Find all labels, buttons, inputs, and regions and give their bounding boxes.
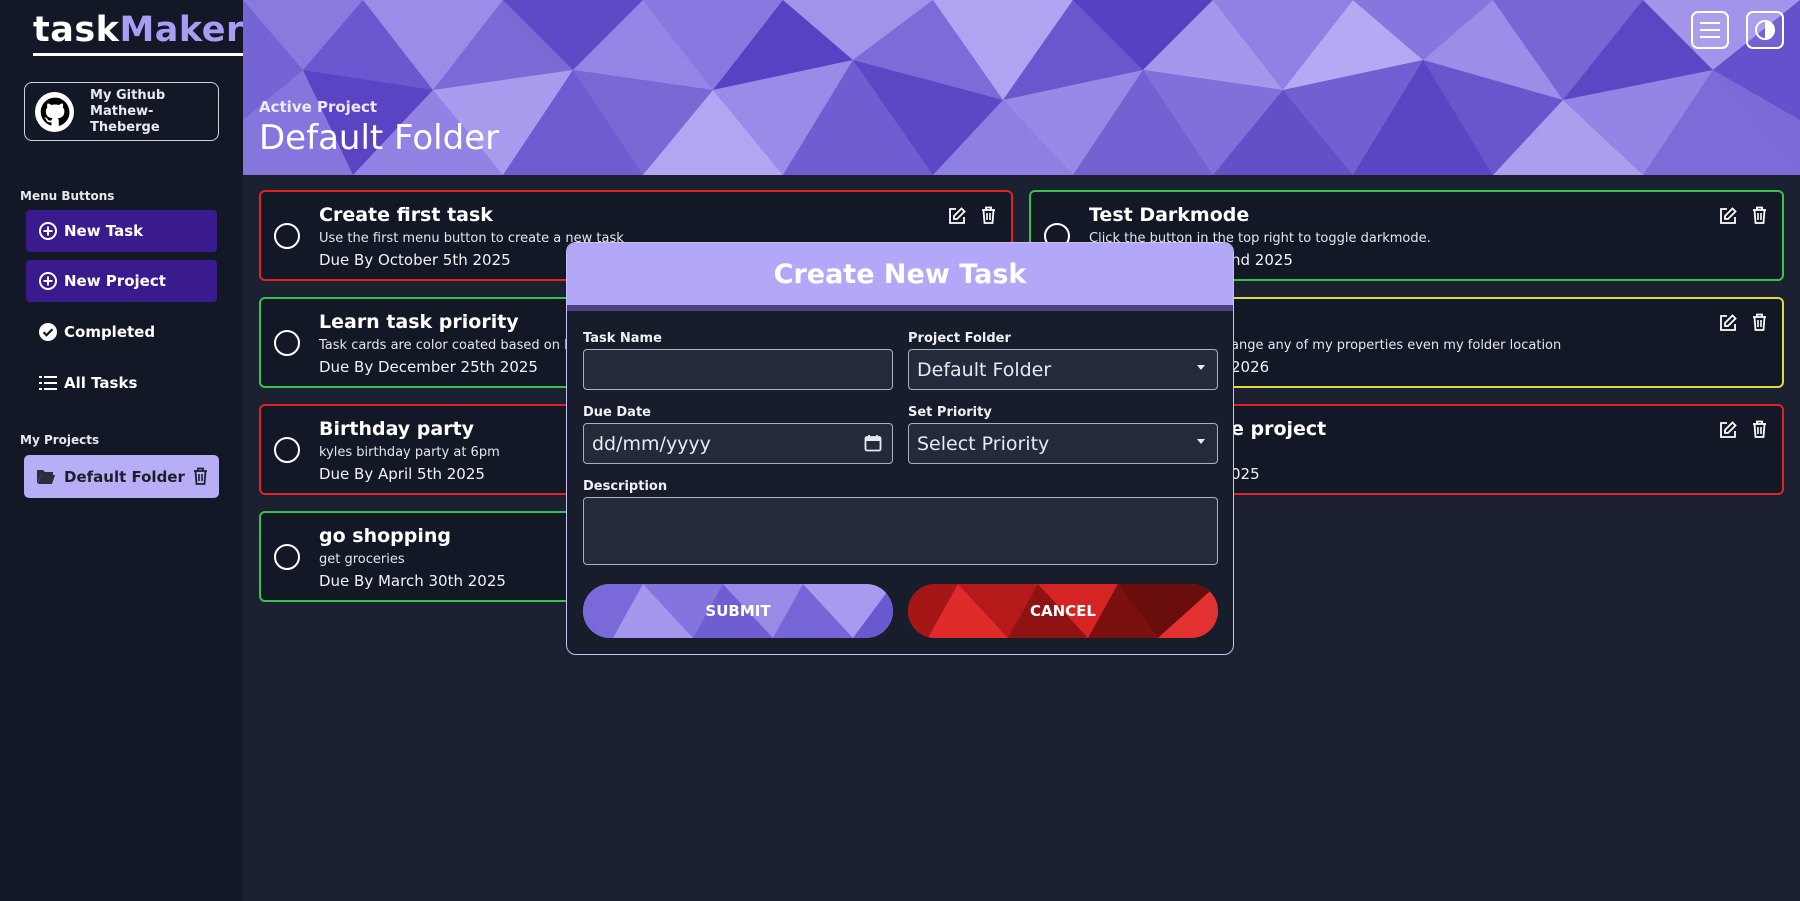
task-due-date: Due By April 5th 2025: [319, 465, 485, 483]
github-username: Mathew-Theberge: [90, 103, 160, 135]
task-description: kyles birthday party at 6pm: [319, 445, 500, 460]
folder-open-icon: [36, 468, 56, 485]
my-projects-label: My Projects: [20, 433, 100, 447]
create-task-modal: Create New Task Task Name Project Folder…: [566, 242, 1234, 655]
priority-value: Select Priority: [917, 432, 1050, 455]
trash-icon[interactable]: [1751, 419, 1768, 443]
project-folder-select[interactable]: Default Folder: [908, 349, 1218, 390]
complete-checkbox[interactable]: [274, 330, 300, 356]
modal-title: Create New Task: [773, 258, 1027, 290]
edit-icon[interactable]: [1718, 420, 1738, 444]
task-due-date: Due By March 30th 2025: [319, 572, 506, 590]
contrast-icon: [1753, 18, 1777, 42]
task-name-input[interactable]: [583, 349, 893, 390]
submit-label: SUBMIT: [705, 602, 771, 620]
new-task-button[interactable]: New Task: [26, 210, 217, 252]
all-tasks-button[interactable]: All Tasks: [26, 362, 217, 404]
task-due-date: Due By October 5th 2025: [319, 251, 511, 269]
task-description: get groceries: [319, 552, 405, 567]
darkmode-toggle-button[interactable]: [1746, 11, 1784, 49]
menu-toggle-button[interactable]: [1691, 11, 1729, 49]
complete-checkbox[interactable]: [274, 544, 300, 570]
trash-icon[interactable]: [192, 466, 209, 490]
logo-text-task: task: [33, 10, 120, 50]
all-tasks-label: All Tasks: [64, 374, 138, 392]
edit-icon[interactable]: [1718, 206, 1738, 230]
set-priority-label: Set Priority: [908, 405, 992, 420]
logo-text-maker: Maker: [119, 10, 244, 50]
description-label: Description: [583, 479, 668, 494]
project-folder-value: Default Folder: [917, 358, 1052, 381]
cancel-button[interactable]: CANCEL: [908, 584, 1218, 638]
task-due-date: Due By December 25th 2025: [319, 358, 538, 376]
app-logo: taskMaker: [33, 10, 244, 56]
complete-checkbox[interactable]: [274, 223, 300, 249]
list-icon: [38, 373, 58, 393]
active-project-label: Active Project: [259, 98, 378, 116]
complete-checkbox[interactable]: [274, 437, 300, 463]
chevron-down-icon: [1197, 365, 1205, 370]
new-task-label: New Task: [64, 222, 144, 240]
check-circle-icon: [38, 322, 58, 342]
active-project-title: Default Folder: [259, 118, 500, 158]
edit-icon[interactable]: [1718, 313, 1738, 337]
menu-buttons-label: Menu Buttons: [20, 189, 115, 203]
project-default-folder[interactable]: Default Folder: [24, 455, 219, 498]
plus-circle-icon: [38, 271, 58, 291]
task-description: Task cards are color coated based on le: [319, 338, 576, 353]
task-title: Create first task: [319, 204, 493, 226]
github-line-1: My Github: [90, 87, 166, 103]
completed-label: Completed: [64, 323, 156, 341]
task-title: go shopping: [319, 525, 451, 547]
project-folder-label: Project Folder: [908, 331, 1011, 346]
task-title: Birthday party: [319, 418, 475, 440]
task-due-date: nd 2025: [1231, 251, 1293, 269]
chevron-down-icon: [1197, 439, 1205, 444]
new-project-label: New Project: [64, 272, 166, 290]
task-due-date: 025: [1231, 465, 1260, 483]
submit-button[interactable]: SUBMIT: [583, 584, 893, 638]
completed-button[interactable]: Completed: [26, 311, 217, 353]
github-link[interactable]: My Github Mathew-Theberge: [24, 82, 219, 141]
github-icon: [35, 91, 75, 132]
due-date-label: Due Date: [583, 405, 651, 420]
project-label: Default Folder: [64, 467, 185, 486]
priority-select[interactable]: Select Priority: [908, 423, 1218, 464]
plus-circle-icon: [38, 221, 58, 241]
github-label: My Github Mathew-Theberge: [90, 88, 218, 136]
cancel-label: CANCEL: [1030, 602, 1096, 620]
description-textarea[interactable]: [583, 497, 1218, 565]
task-title: Learn task priority: [319, 311, 519, 333]
task-name-label: Task Name: [583, 331, 662, 346]
task-title: e project: [1231, 418, 1327, 440]
trash-icon[interactable]: [1751, 205, 1768, 229]
new-project-button[interactable]: New Project: [26, 260, 217, 302]
hamburger-icon: [1698, 19, 1722, 41]
modal-header: Create New Task: [567, 243, 1233, 311]
due-date-input[interactable]: dd/mm/yyyy: [583, 423, 893, 464]
task-due-date: 2026: [1231, 358, 1270, 376]
edit-icon[interactable]: [947, 206, 967, 230]
task-description: ange any of my properties even my folder…: [1231, 338, 1562, 353]
sidebar: taskMaker My Github Mathew-Theberge Menu…: [0, 0, 244, 901]
calendar-icon[interactable]: [864, 434, 882, 457]
project-header: Active Project Default Folder: [243, 0, 1800, 175]
trash-icon[interactable]: [1751, 312, 1768, 336]
due-date-placeholder: dd/mm/yyyy: [592, 432, 711, 455]
trash-icon[interactable]: [980, 205, 997, 229]
task-title: Test Darkmode: [1089, 204, 1250, 226]
